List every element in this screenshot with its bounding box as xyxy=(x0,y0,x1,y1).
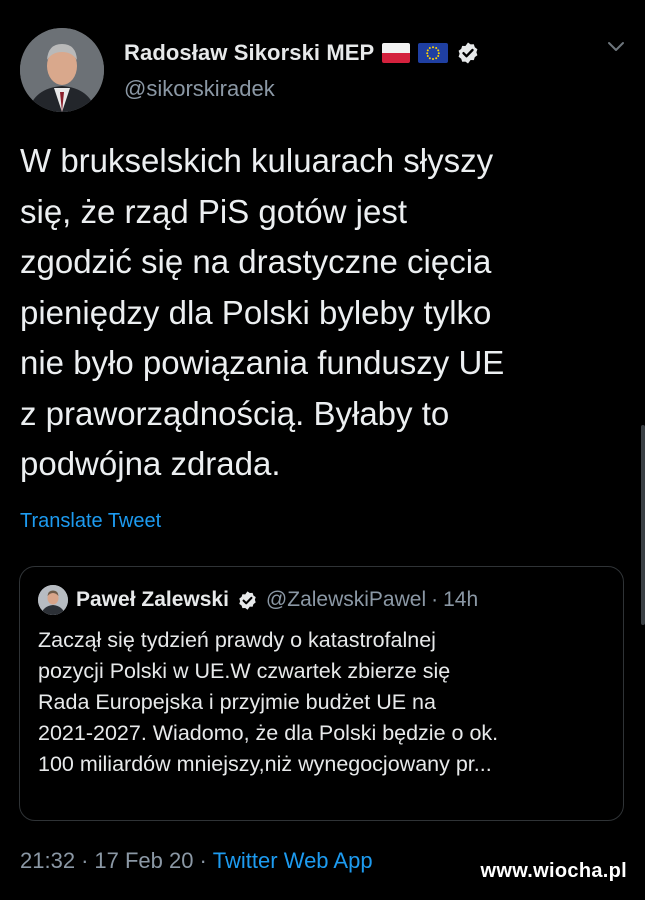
author-name-row: Radosław Sikorski MEP xyxy=(124,38,480,68)
author-avatar[interactable] xyxy=(20,28,104,112)
footer-separator: · xyxy=(199,848,207,873)
quoted-tweet-age[interactable]: 14h xyxy=(443,588,478,612)
author-handle[interactable]: @sikorskiradek xyxy=(124,76,275,102)
flag-poland-icon xyxy=(382,43,411,63)
scrollbar[interactable] xyxy=(641,425,645,625)
verified-badge-icon xyxy=(239,590,256,610)
flag-eu-icon xyxy=(418,43,449,63)
quoted-author-name[interactable]: Paweł Zalewski xyxy=(76,588,229,612)
tweet-date[interactable]: 17 Feb 20 xyxy=(94,848,193,874)
meta-separator: · xyxy=(431,588,439,611)
watermark: www.wiocha.pl xyxy=(480,860,627,882)
source-app-link[interactable]: Twitter Web App xyxy=(213,848,373,874)
tweet-footer: 21:32 · 17 Feb 20 · Twitter Web App xyxy=(20,848,373,874)
translate-tweet-link[interactable]: Translate Tweet xyxy=(20,510,161,533)
quoted-author-handle[interactable]: @ZalewskiPawel xyxy=(266,588,426,612)
quoted-tweet-meta: @ZalewskiPawel · 14h xyxy=(266,588,478,612)
quoted-author-avatar[interactable] xyxy=(38,585,68,615)
quoted-tweet-text: Zaczął się tydzień prawdy o katastrofaln… xyxy=(38,628,499,776)
tweet-time[interactable]: 21:32 xyxy=(20,848,75,874)
quoted-tweet-header: Paweł Zalewski @ZalewskiPawel · 14h xyxy=(38,585,478,615)
tweet-text: W brukselskich kuluarach słyszy się, że … xyxy=(20,142,505,482)
footer-separator: · xyxy=(81,848,89,873)
author-display-name[interactable]: Radosław Sikorski MEP xyxy=(124,40,374,66)
chevron-down-icon[interactable] xyxy=(606,40,626,54)
quoted-tweet-card[interactable]: Paweł Zalewski @ZalewskiPawel · 14h Zacz… xyxy=(19,566,624,821)
verified-badge-icon xyxy=(458,42,478,64)
